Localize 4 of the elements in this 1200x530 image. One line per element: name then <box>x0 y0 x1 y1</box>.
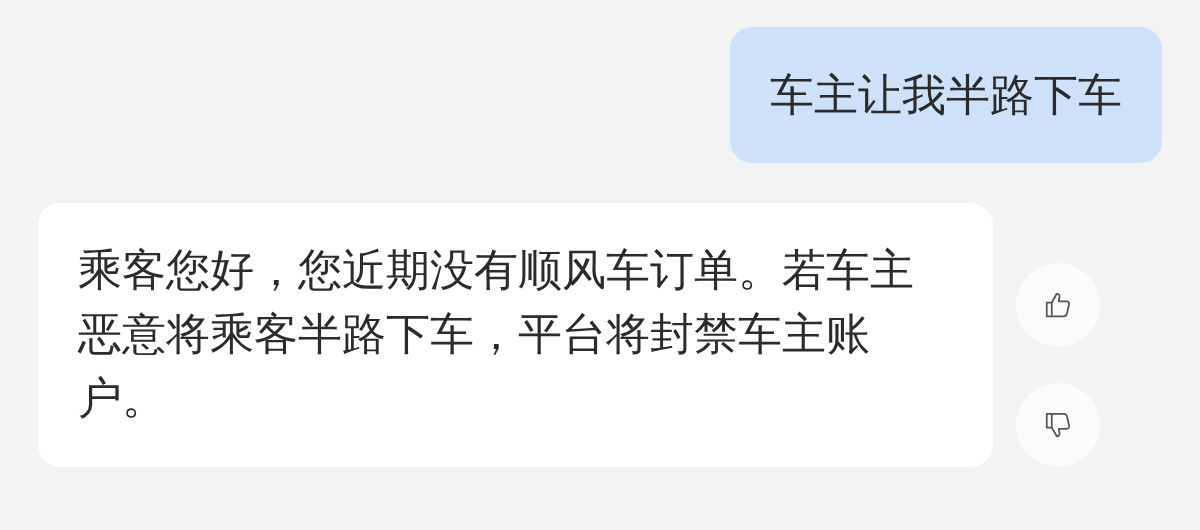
thumbs-up-icon <box>1043 290 1073 320</box>
reply-message: 乘客您好，您近期没有顺风车订单。若车主恶意将乘客半路下车，平台将封禁车主账户。 <box>38 203 993 467</box>
thumbs-down-icon <box>1043 410 1073 440</box>
user-message: 车主让我半路下车 <box>730 27 1162 163</box>
